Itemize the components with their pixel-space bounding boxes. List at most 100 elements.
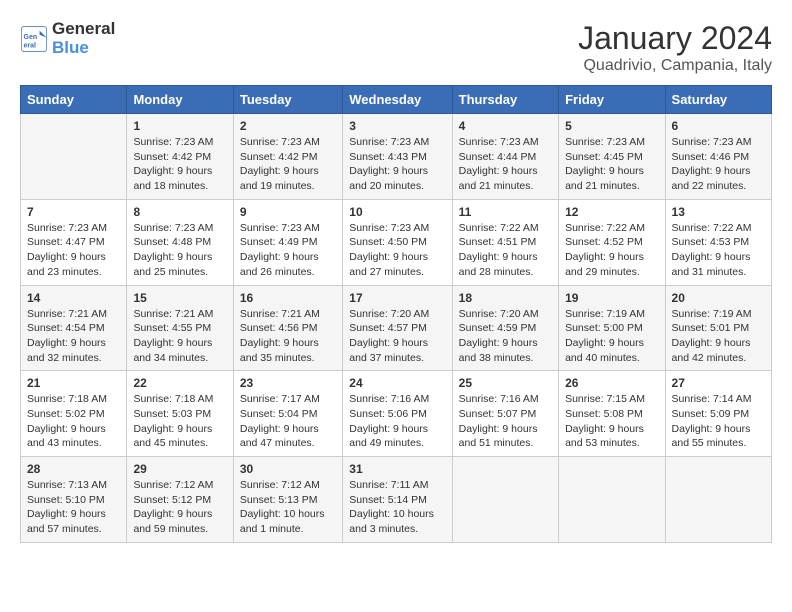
day-number: 2 [240,119,336,133]
day-number: 13 [672,205,765,219]
calendar-cell: 4 Sunrise: 7:23 AM Sunset: 4:44 PM Daylig… [452,114,558,200]
calendar-cell: 30 Sunrise: 7:12 AM Sunset: 5:13 PM Dayli… [233,457,342,543]
calendar-cell: 11Sunrise: 7:22 AM Sunset: 4:51 PM Dayli… [452,199,558,285]
calendar-cell: 6 Sunrise: 7:23 AM Sunset: 4:46 PM Daylig… [665,114,771,200]
day-info: Sunrise: 7:18 AM Sunset: 5:03 PM Dayligh… [133,392,226,451]
calendar-cell: 23 Sunrise: 7:17 AM Sunset: 5:04 PM Dayli… [233,371,342,457]
calendar-title: January 2024 [578,20,772,57]
day-number: 10 [349,205,445,219]
day-info: Sunrise: 7:14 AM Sunset: 5:09 PM Dayligh… [672,392,765,451]
day-info: Sunrise: 7:11 AM Sunset: 5:14 PM Dayligh… [349,478,445,537]
day-info: Sunrise: 7:12 AM Sunset: 5:12 PM Dayligh… [133,478,226,537]
day-number: 8 [133,205,226,219]
calendar-cell: 22 Sunrise: 7:18 AM Sunset: 5:03 PM Dayli… [127,371,233,457]
calendar-table: SundayMondayTuesdayWednesdayThursdayFrid… [20,85,772,543]
day-number: 12 [565,205,658,219]
day-number: 5 [565,119,658,133]
calendar-cell: 25 Sunrise: 7:16 AM Sunset: 5:07 PM Dayli… [452,371,558,457]
calendar-cell: 7Sunrise: 7:23 AM Sunset: 4:47 PM Daylig… [21,199,127,285]
day-number: 3 [349,119,445,133]
header-cell-thursday: Thursday [452,86,558,114]
day-info: Sunrise: 7:23 AM Sunset: 4:42 PM Dayligh… [240,135,336,194]
calendar-cell: 31 Sunrise: 7:11 AM Sunset: 5:14 PM Dayli… [343,457,452,543]
svg-text:eral: eral [24,42,37,49]
calendar-cell: 28 Sunrise: 7:13 AM Sunset: 5:10 PM Dayli… [21,457,127,543]
week-row-1: 1Sunrise: 7:23 AM Sunset: 4:42 PM Daylig… [21,114,772,200]
day-number: 23 [240,376,336,390]
day-info: Sunrise: 7:23 AM Sunset: 4:46 PM Dayligh… [672,135,765,194]
calendar-cell: 9Sunrise: 7:23 AM Sunset: 4:49 PM Daylig… [233,199,342,285]
day-number: 11 [459,205,552,219]
day-number: 15 [133,291,226,305]
day-info: Sunrise: 7:21 AM Sunset: 4:56 PM Dayligh… [240,307,336,366]
header-cell-monday: Monday [127,86,233,114]
day-info: Sunrise: 7:23 AM Sunset: 4:47 PM Dayligh… [27,221,120,280]
calendar-cell: 5 Sunrise: 7:23 AM Sunset: 4:45 PM Daylig… [559,114,665,200]
calendar-cell: 1Sunrise: 7:23 AM Sunset: 4:42 PM Daylig… [127,114,233,200]
calendar-cell: 15 Sunrise: 7:21 AM Sunset: 4:55 PM Dayli… [127,285,233,371]
calendar-cell: 18Sunrise: 7:20 AM Sunset: 4:59 PM Dayli… [452,285,558,371]
logo-text-line1: General [52,20,115,39]
calendar-cell: 13 Sunrise: 7:22 AM Sunset: 4:53 PM Dayli… [665,199,771,285]
day-number: 25 [459,376,552,390]
calendar-cell [559,457,665,543]
calendar-cell: 29Sunrise: 7:12 AM Sunset: 5:12 PM Dayli… [127,457,233,543]
day-info: Sunrise: 7:20 AM Sunset: 4:57 PM Dayligh… [349,307,445,366]
day-info: Sunrise: 7:23 AM Sunset: 4:44 PM Dayligh… [459,135,552,194]
day-number: 4 [459,119,552,133]
day-number: 28 [27,462,120,476]
header-cell-sunday: Sunday [21,86,127,114]
day-number: 30 [240,462,336,476]
header-cell-wednesday: Wednesday [343,86,452,114]
calendar-cell: 27 Sunrise: 7:14 AM Sunset: 5:09 PM Dayli… [665,371,771,457]
day-info: Sunrise: 7:23 AM Sunset: 4:50 PM Dayligh… [349,221,445,280]
calendar-cell: 3 Sunrise: 7:23 AM Sunset: 4:43 PM Daylig… [343,114,452,200]
week-row-3: 14 Sunrise: 7:21 AM Sunset: 4:54 PM Dayli… [21,285,772,371]
calendar-cell: 19 Sunrise: 7:19 AM Sunset: 5:00 PM Dayli… [559,285,665,371]
day-info: Sunrise: 7:23 AM Sunset: 4:43 PM Dayligh… [349,135,445,194]
day-number: 21 [27,376,120,390]
day-info: Sunrise: 7:15 AM Sunset: 5:08 PM Dayligh… [565,392,658,451]
header-row: SundayMondayTuesdayWednesdayThursdayFrid… [21,86,772,114]
day-info: Sunrise: 7:21 AM Sunset: 4:54 PM Dayligh… [27,307,120,366]
day-info: Sunrise: 7:13 AM Sunset: 5:10 PM Dayligh… [27,478,120,537]
day-info: Sunrise: 7:22 AM Sunset: 4:53 PM Dayligh… [672,221,765,280]
day-number: 14 [27,291,120,305]
day-info: Sunrise: 7:12 AM Sunset: 5:13 PM Dayligh… [240,478,336,537]
day-info: Sunrise: 7:23 AM Sunset: 4:48 PM Dayligh… [133,221,226,280]
calendar-cell: 10 Sunrise: 7:23 AM Sunset: 4:50 PM Dayli… [343,199,452,285]
calendar-cell: 2 Sunrise: 7:23 AM Sunset: 4:42 PM Daylig… [233,114,342,200]
day-info: Sunrise: 7:23 AM Sunset: 4:45 PM Dayligh… [565,135,658,194]
day-info: Sunrise: 7:16 AM Sunset: 5:06 PM Dayligh… [349,392,445,451]
day-number: 6 [672,119,765,133]
day-info: Sunrise: 7:17 AM Sunset: 5:04 PM Dayligh… [240,392,336,451]
day-number: 9 [240,205,336,219]
day-number: 20 [672,291,765,305]
title-block: January 2024 Quadrivio, Campania, Italy [578,20,772,75]
day-number: 17 [349,291,445,305]
day-number: 31 [349,462,445,476]
day-number: 19 [565,291,658,305]
day-info: Sunrise: 7:19 AM Sunset: 5:01 PM Dayligh… [672,307,765,366]
calendar-cell: 14 Sunrise: 7:21 AM Sunset: 4:54 PM Dayli… [21,285,127,371]
day-info: Sunrise: 7:16 AM Sunset: 5:07 PM Dayligh… [459,392,552,451]
day-info: Sunrise: 7:21 AM Sunset: 4:55 PM Dayligh… [133,307,226,366]
day-number: 27 [672,376,765,390]
calendar-cell: 21 Sunrise: 7:18 AM Sunset: 5:02 PM Dayli… [21,371,127,457]
day-info: Sunrise: 7:23 AM Sunset: 4:42 PM Dayligh… [133,135,226,194]
calendar-cell: 26Sunrise: 7:15 AM Sunset: 5:08 PM Dayli… [559,371,665,457]
calendar-subtitle: Quadrivio, Campania, Italy [578,57,772,75]
page-header: Gen eral General Blue January 2024 Quadr… [20,20,772,75]
day-info: Sunrise: 7:18 AM Sunset: 5:02 PM Dayligh… [27,392,120,451]
calendar-cell [452,457,558,543]
calendar-cell: 8 Sunrise: 7:23 AM Sunset: 4:48 PM Daylig… [127,199,233,285]
day-info: Sunrise: 7:22 AM Sunset: 4:52 PM Dayligh… [565,221,658,280]
calendar-cell: 16Sunrise: 7:21 AM Sunset: 4:56 PM Dayli… [233,285,342,371]
header-cell-friday: Friday [559,86,665,114]
day-number: 18 [459,291,552,305]
day-number: 24 [349,376,445,390]
day-number: 22 [133,376,226,390]
day-info: Sunrise: 7:19 AM Sunset: 5:00 PM Dayligh… [565,307,658,366]
logo-text-line2: Blue [52,39,115,58]
calendar-cell: 17 Sunrise: 7:20 AM Sunset: 4:57 PM Dayli… [343,285,452,371]
